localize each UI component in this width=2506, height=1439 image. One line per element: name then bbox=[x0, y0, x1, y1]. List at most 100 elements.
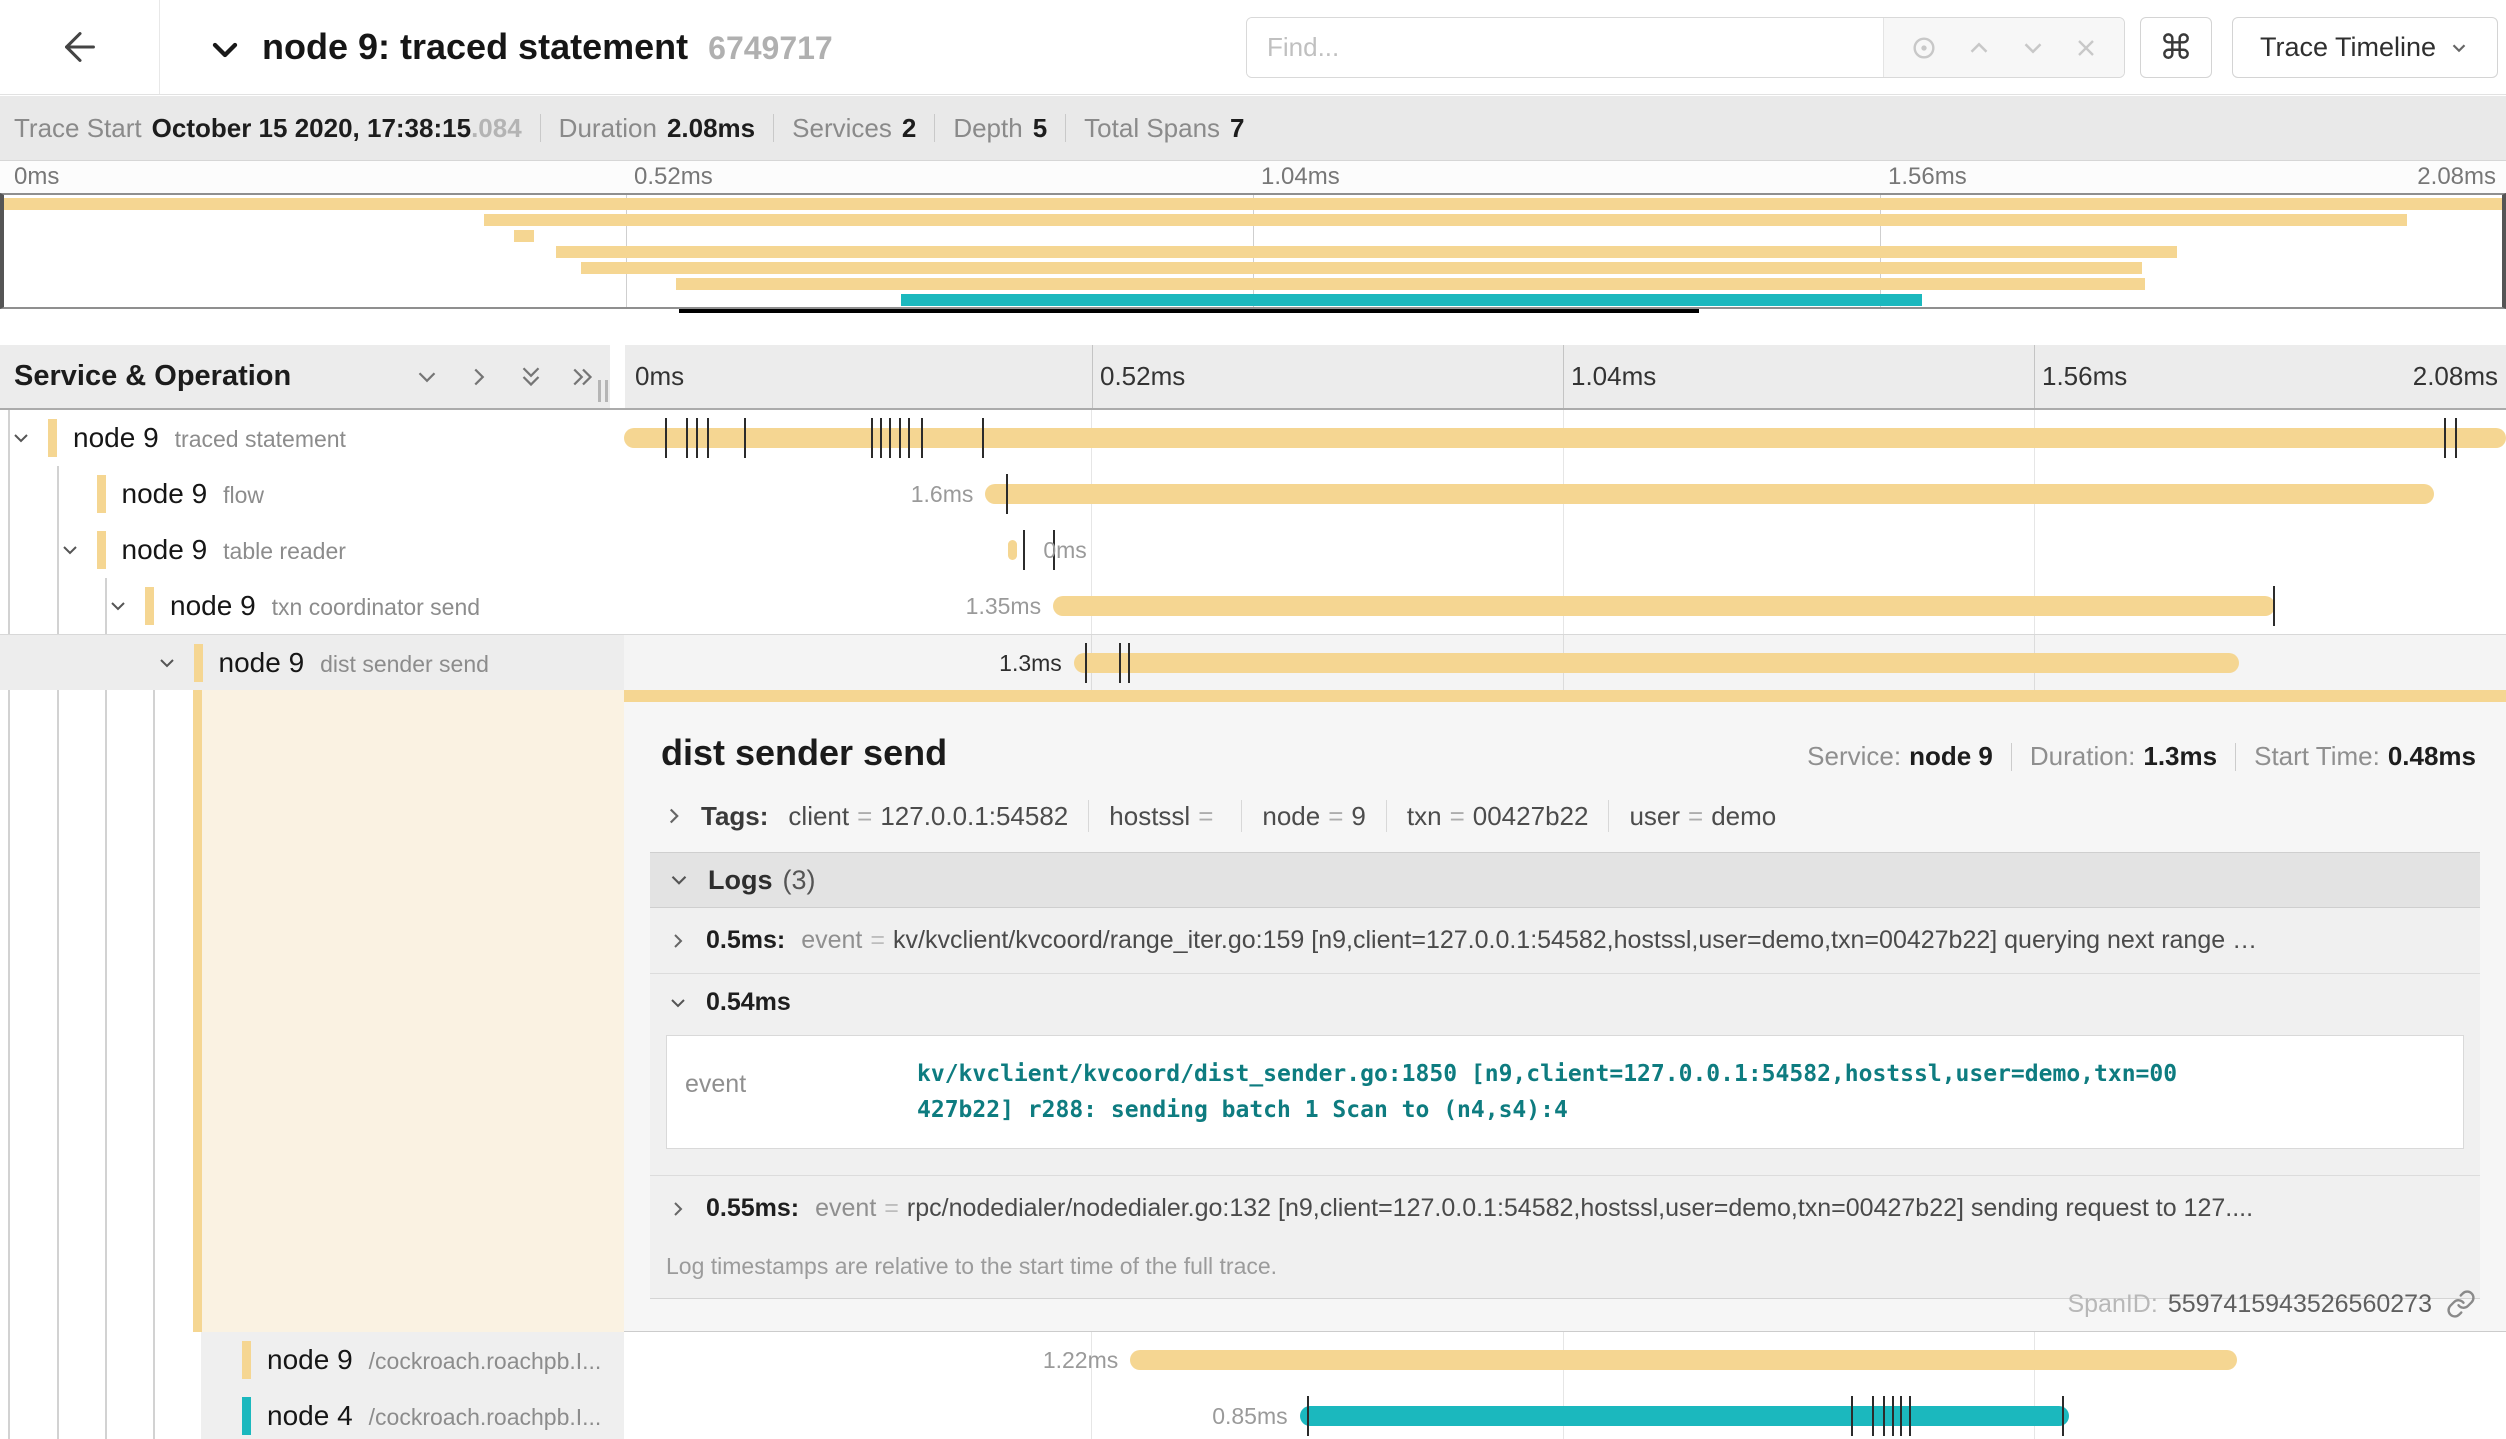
log-marker bbox=[686, 418, 688, 458]
trace-duration: Duration2.08ms bbox=[559, 113, 755, 144]
trace-summary-bar: Trace StartOctober 15 2020, 17:38:15.084… bbox=[0, 96, 2506, 161]
children-toggle-chevron-icon[interactable] bbox=[106, 594, 130, 618]
tag-hostssl: hostssl= bbox=[1109, 801, 1221, 832]
span-row[interactable]: node 9txn coordinator send 1.35ms bbox=[0, 578, 2506, 634]
find-bar bbox=[1246, 17, 2125, 78]
span-row[interactable]: node 9 traced statement bbox=[0, 410, 2506, 466]
tags-row[interactable]: Tags: client=127.0.0.1:54582 hostssl= no… bbox=[661, 800, 2476, 832]
log-marker bbox=[982, 418, 984, 458]
children-toggle-chevron-icon[interactable] bbox=[58, 538, 82, 562]
chevron-down-icon bbox=[2448, 37, 2470, 59]
span-detail-meta: Service:node 9 Duration:1.3ms Start Time… bbox=[1807, 741, 2476, 772]
span-duration-bar[interactable] bbox=[1008, 540, 1017, 560]
duration-label: 0ms bbox=[1043, 522, 1086, 578]
column-resize-handle[interactable] bbox=[598, 380, 608, 402]
span-row[interactable]: node 9/cockroach.roachpb.I... 1.22ms bbox=[0, 1332, 2506, 1388]
span-row[interactable]: node 9flow1.6ms bbox=[0, 466, 2506, 522]
log-expand-chevron-icon[interactable] bbox=[666, 1197, 690, 1221]
log-marker bbox=[1023, 530, 1025, 570]
minimap-span-bar bbox=[676, 278, 2145, 290]
keyboard-shortcuts-button[interactable]: ⌘ bbox=[2140, 17, 2212, 78]
log-marker bbox=[1307, 1396, 1309, 1436]
deep-link-icon[interactable] bbox=[2446, 1289, 2476, 1319]
log-marker bbox=[696, 418, 698, 458]
log-entry[interactable]: 0.55ms: event= rpc/nodedialer/nodedialer… bbox=[650, 1175, 2480, 1241]
operation-name: traced statement bbox=[175, 426, 346, 452]
duration-label: 0.85ms bbox=[1212, 1388, 1287, 1439]
log-marker bbox=[665, 418, 667, 458]
log-collapse-chevron-icon[interactable] bbox=[666, 991, 690, 1015]
log-marker bbox=[2455, 418, 2457, 458]
span-bar-cell: 1.6ms bbox=[624, 466, 2506, 522]
span-name-cell[interactable]: node 9/cockroach.roachpb.I... bbox=[0, 1332, 624, 1388]
detail-span-color-bar bbox=[193, 690, 202, 1332]
trace-collapse-chevron-icon[interactable] bbox=[205, 30, 245, 70]
next-match-icon[interactable] bbox=[2018, 33, 2048, 63]
span-name-cell[interactable]: node 9dist sender send bbox=[0, 635, 624, 690]
duration-label: 1.35ms bbox=[966, 578, 1041, 634]
operation-name: table reader bbox=[223, 538, 346, 564]
service-color-bar bbox=[48, 419, 57, 457]
span-duration-bar[interactable] bbox=[1053, 596, 2274, 616]
span-name-cell[interactable]: node 9 traced statement bbox=[0, 410, 624, 466]
span-name-cell[interactable]: node 9flow bbox=[0, 466, 624, 522]
minimap-scrubber[interactable] bbox=[679, 309, 1699, 313]
service-name: node 9 bbox=[267, 1344, 353, 1375]
log-marker bbox=[1119, 643, 1121, 683]
service-color-bar bbox=[97, 531, 106, 569]
service-color-bar bbox=[194, 644, 203, 682]
logs-header[interactable]: Logs (3) bbox=[650, 852, 2480, 908]
clear-find-icon[interactable] bbox=[2072, 34, 2100, 62]
back-button[interactable] bbox=[0, 0, 160, 94]
children-toggle-chevron-icon[interactable] bbox=[155, 651, 179, 675]
service-name: node 9 bbox=[122, 534, 208, 565]
service-name: node 9 bbox=[73, 422, 159, 453]
collapse-all-icon[interactable] bbox=[516, 362, 546, 392]
span-id-row: SpanID: 5597415943526560273 bbox=[2067, 1289, 2476, 1319]
log-marker bbox=[1909, 1396, 1911, 1436]
span-row[interactable]: node 9 table reader 0ms bbox=[0, 522, 2506, 578]
top-bar: node 9: traced statement 6749717 ⌘ Trace… bbox=[0, 0, 2506, 95]
span-name-cell[interactable]: node 9txn coordinator send bbox=[0, 578, 624, 634]
minimap-span-bar bbox=[556, 246, 2177, 258]
span-row[interactable]: node 9dist sender send 1.3ms bbox=[0, 634, 2506, 690]
trace-start: Trace StartOctober 15 2020, 17:38:15.084 bbox=[14, 113, 522, 144]
prev-match-icon[interactable] bbox=[1964, 33, 1994, 63]
tag-client: client=127.0.0.1:54582 bbox=[788, 801, 1068, 832]
expand-all-icon[interactable] bbox=[568, 362, 598, 392]
log-marker bbox=[707, 418, 709, 458]
span-duration-bar[interactable] bbox=[1074, 653, 2239, 673]
duration-label: 1.22ms bbox=[1043, 1332, 1118, 1388]
tags-expand-chevron-icon[interactable] bbox=[661, 803, 687, 829]
span-duration-bar[interactable] bbox=[1130, 1350, 2237, 1370]
span-row[interactable]: node 4/cockroach.roachpb.I... 0.85ms bbox=[0, 1388, 2506, 1439]
service-name: node 9 bbox=[122, 478, 208, 509]
span-duration-bar[interactable] bbox=[985, 484, 2434, 504]
span-duration-bar[interactable] bbox=[1300, 1406, 2070, 1426]
log-entry-expanded[interactable]: 0.54ms event kv/kvclient/kvcoord/dist_se… bbox=[650, 973, 2480, 1175]
locate-icon[interactable] bbox=[1908, 32, 1940, 64]
span-name-cell[interactable]: node 4/cockroach.roachpb.I... bbox=[0, 1388, 624, 1439]
log-marker bbox=[908, 418, 910, 458]
log-marker bbox=[921, 418, 923, 458]
log-marker bbox=[1892, 1396, 1894, 1436]
span-duration-bar[interactable] bbox=[624, 428, 2506, 448]
children-toggle-chevron-icon[interactable] bbox=[9, 426, 33, 450]
expand-one-icon[interactable] bbox=[464, 362, 494, 392]
duration-label: 1.3ms bbox=[999, 635, 1062, 691]
minimap-span-bar bbox=[581, 262, 2142, 274]
page-title: node 9: traced statement 6749717 bbox=[262, 26, 833, 68]
minimap-span-bar bbox=[484, 214, 2407, 226]
minimap-span-bar bbox=[514, 230, 534, 242]
log-expand-chevron-icon[interactable] bbox=[666, 929, 690, 953]
logs-collapse-chevron-icon[interactable] bbox=[666, 867, 692, 893]
span-bar-cell: 0ms bbox=[624, 522, 2506, 578]
trace-view-selector[interactable]: Trace Timeline bbox=[2232, 17, 2498, 78]
collapse-one-icon[interactable] bbox=[412, 362, 442, 392]
timeline-minimap[interactable] bbox=[0, 193, 2506, 309]
log-entry[interactable]: 0.5ms: event= kv/kvclient/kvcoord/range_… bbox=[650, 908, 2480, 973]
find-input[interactable] bbox=[1247, 18, 1883, 77]
service-name: node 9 bbox=[219, 647, 305, 678]
span-name-cell[interactable]: node 9 table reader bbox=[0, 522, 624, 578]
trace-id: 6749717 bbox=[708, 30, 833, 66]
